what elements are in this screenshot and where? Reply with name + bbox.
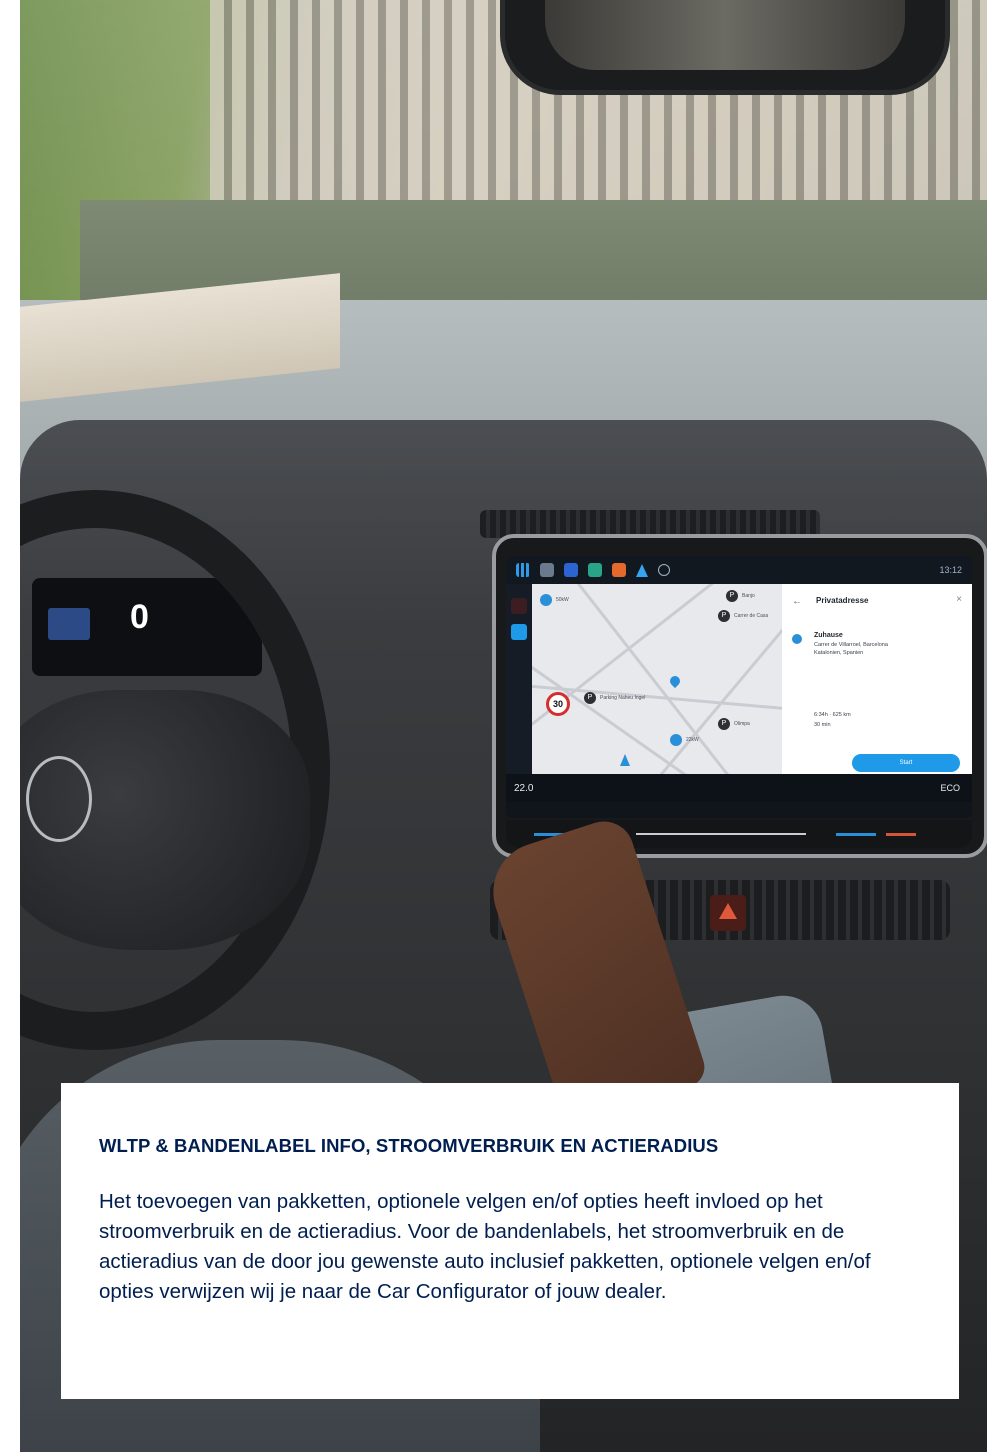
info-card: WLTP & BANDENLABEL INFO, STROOMVERBRUIK … — [61, 1083, 959, 1399]
back-arrow-icon[interactable]: ← — [792, 596, 802, 607]
status-time: 13:12 — [939, 565, 962, 575]
eco-mode-button[interactable]: ECO — [940, 783, 960, 793]
parking-poi-icon[interactable]: P — [718, 610, 730, 622]
info-card-body: Het toevoegen van pakketten, optionele v… — [99, 1190, 871, 1303]
infotainment-screen: 13:12 50kW P Banjo P Carrer de Casa P Pa… — [506, 556, 972, 818]
temperature-slider-right[interactable] — [836, 833, 876, 836]
poi-label: Banjo — [742, 593, 755, 599]
hazard-button-icon — [710, 895, 746, 931]
search-icon[interactable] — [511, 598, 527, 614]
navigation-icon[interactable] — [636, 563, 648, 577]
temperature-readout[interactable]: 22.0 — [514, 783, 533, 794]
car-icon[interactable] — [540, 563, 554, 577]
screen-status-bar: 13:12 — [506, 556, 972, 584]
map-road — [532, 584, 782, 757]
volume-slider[interactable] — [636, 833, 806, 835]
destination-panel: ← Privatadresse × Zuhause Carrer de Vill… — [782, 584, 972, 774]
poi-label: 50kW — [556, 597, 569, 603]
close-icon[interactable]: × — [956, 594, 962, 605]
poi-label: 22kW — [686, 737, 699, 743]
page: 0 13:12 50kW P Banjo P Carrer de Casa P … — [0, 0, 987, 1452]
side-rail — [506, 584, 532, 802]
charging-poi-icon[interactable] — [670, 734, 682, 746]
current-position-icon — [620, 754, 630, 766]
navigation-map[interactable]: 50kW P Banjo P Carrer de Casa P Parking … — [532, 584, 782, 774]
charging-poi-icon[interactable] — [540, 594, 552, 606]
destination-marker-icon — [792, 634, 802, 644]
poi-label: Olimpa — [734, 721, 750, 727]
temperature-slider-right-warm[interactable] — [886, 833, 916, 836]
route-range: 6:34h · 625 km — [814, 712, 851, 718]
poi-label: Parking Naheu Ingel — [600, 695, 646, 701]
parking-poi-icon[interactable]: P — [726, 590, 738, 602]
parking-icon[interactable] — [564, 563, 578, 577]
destination-name: Zuhause — [814, 632, 843, 639]
apps-grid-icon[interactable] — [516, 563, 530, 577]
poi-label: Carrer de Casa — [734, 613, 769, 619]
route-time: 30 min — [814, 722, 831, 728]
destination-address-line2: Katalonien, Spanien — [814, 650, 864, 656]
destination-address-line1: Carrer de Villarroel, Barcelona — [814, 642, 888, 648]
parking-poi-icon[interactable]: P — [584, 692, 596, 704]
mirror-reflection — [545, 0, 905, 70]
infotainment-display: 13:12 50kW P Banjo P Carrer de Casa P Pa… — [492, 534, 987, 858]
food-icon[interactable] — [612, 563, 626, 577]
vw-logo-icon — [26, 756, 92, 842]
climate-bar: 22.0 ECO — [506, 774, 972, 802]
panel-title: Privatadresse — [816, 596, 869, 605]
parking-poi-icon[interactable]: P — [718, 718, 730, 730]
start-route-button[interactable]: Start — [852, 754, 960, 772]
destination-pin-icon[interactable] — [667, 673, 683, 689]
plus-icon[interactable] — [658, 564, 670, 576]
message-icon[interactable] — [511, 624, 527, 640]
info-card-title: WLTP & BANDENLABEL INFO, STROOMVERBRUIK … — [99, 1135, 719, 1156]
home-icon[interactable] — [588, 563, 602, 577]
map-road — [532, 624, 782, 774]
rear-view-mirror — [500, 0, 950, 95]
speed-limit-sign: 30 — [546, 692, 570, 716]
